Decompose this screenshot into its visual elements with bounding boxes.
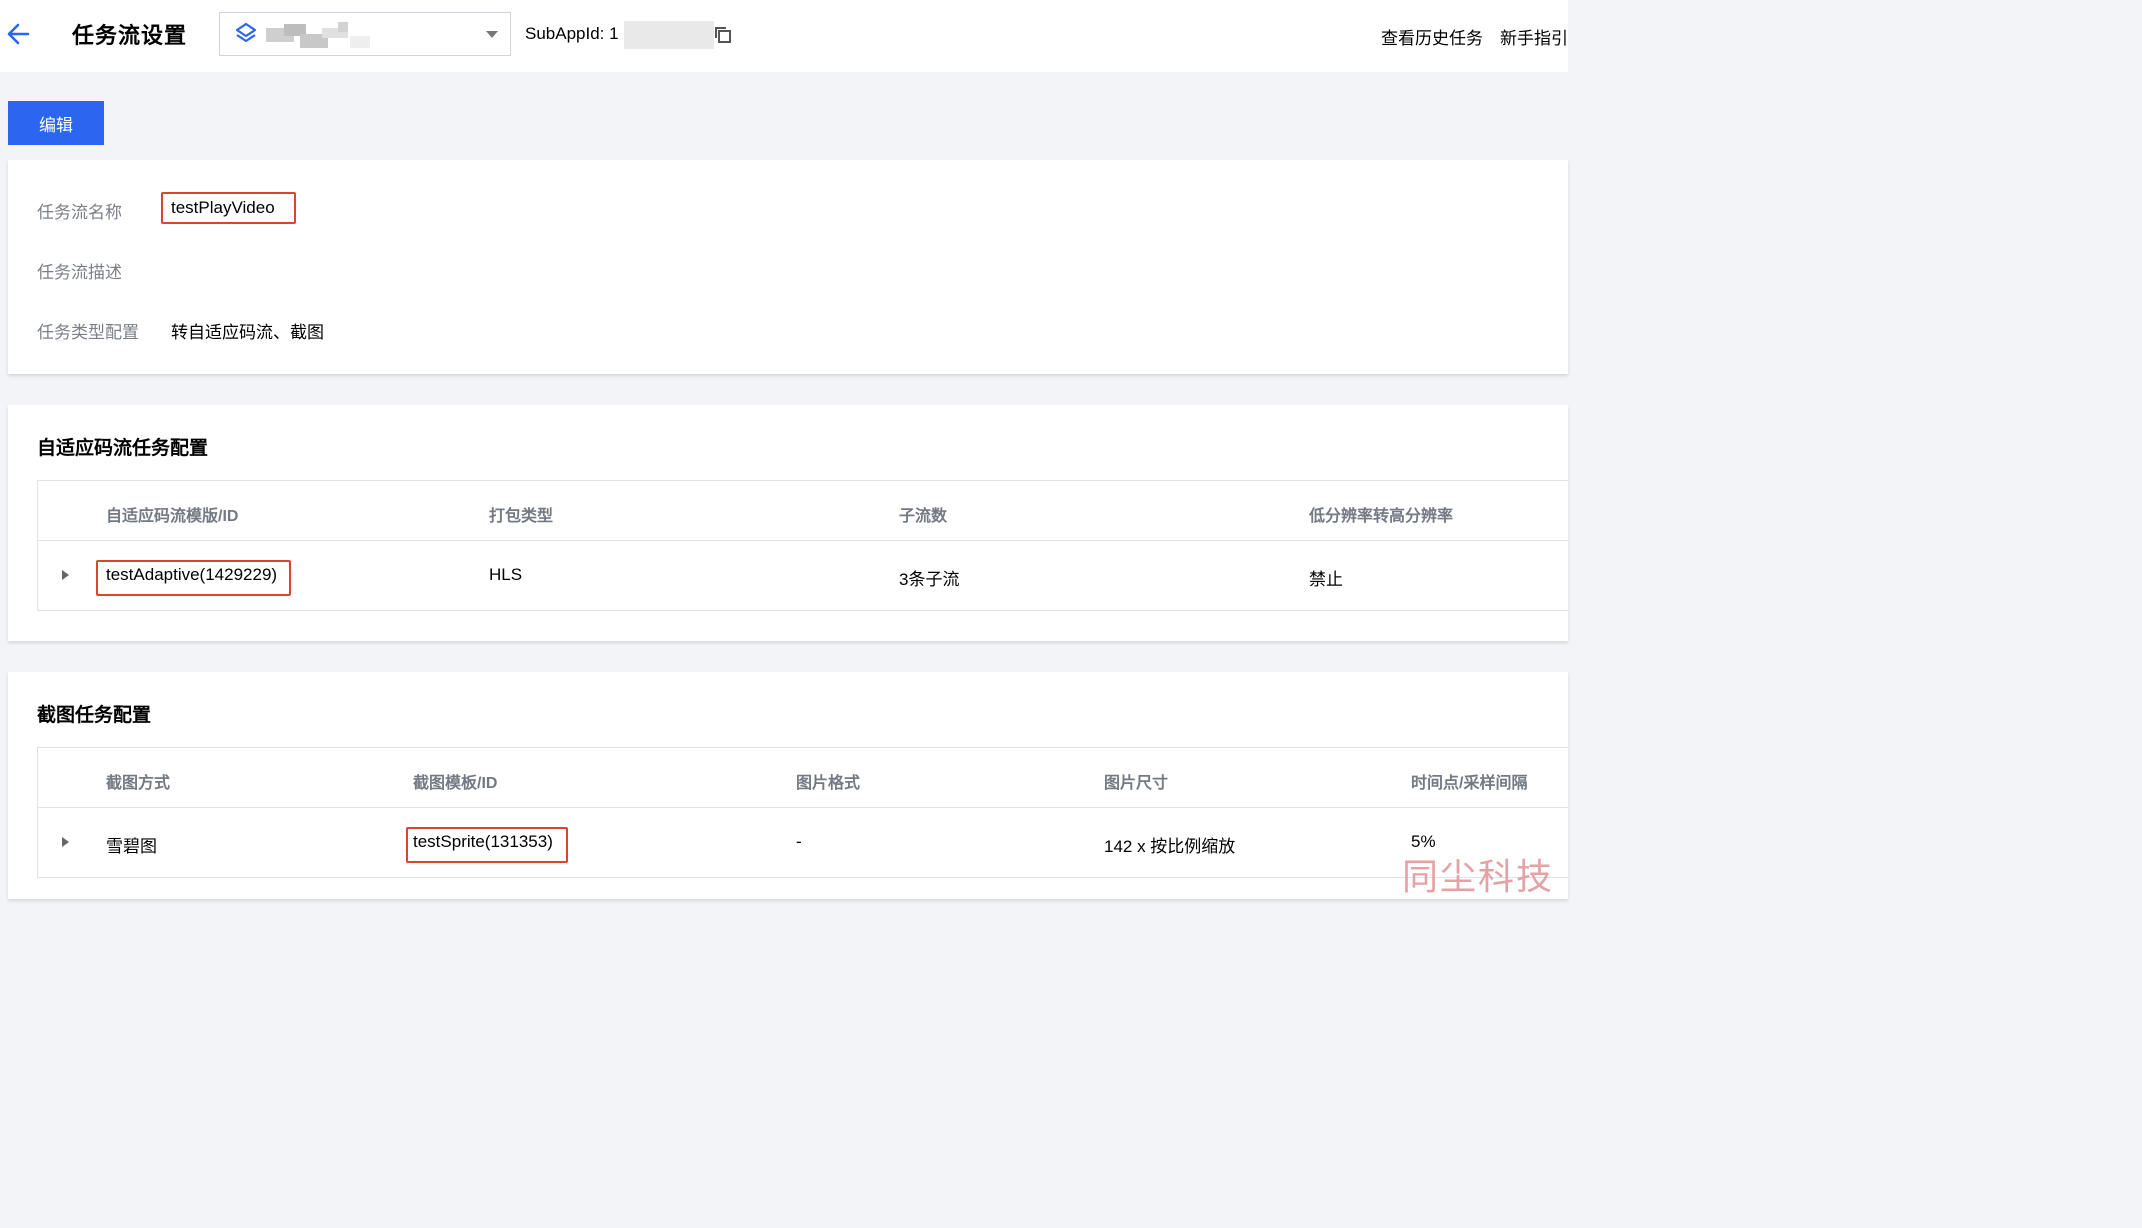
column-header: 自适应码流模版/ID [106,508,239,525]
image-format-cell: - [796,832,802,851]
template-cell: testAdaptive(1429229) [106,565,278,584]
workflow-desc-label: 任务流描述 [37,263,122,282]
adaptive-table: 自适应码流模版/ID 打包类型 子流数 低分辨率转高分辨率 testAdapti… [37,480,1568,611]
history-tasks-link[interactable]: 查看历史任务 [1381,24,1483,49]
workflow-name-label: 任务流名称 [37,203,122,222]
table-header: 截图方式 截图模板/ID 图片格式 图片尺寸 时间点/采样间隔 [38,748,1568,808]
column-header: 低分辨率转高分辨率 [1309,508,1454,525]
expand-row-icon[interactable] [62,837,69,847]
table-row: 雪碧图 testSprite(131353) - 142 x 按比例缩放 5% [38,808,1568,877]
column-header: 图片格式 [796,775,861,792]
redacted-app-name [266,20,372,50]
snapshot-card: 截图任务配置 截图方式 截图模板/ID 图片格式 图片尺寸 时间点/采样间隔 雪… [8,672,1568,899]
column-header: 时间点/采样间隔 [1411,775,1528,792]
workflow-name-value: testPlayVideo [171,198,275,217]
expand-row-icon[interactable] [62,570,69,580]
copy-icon[interactable] [714,26,732,44]
column-header: 打包类型 [489,508,554,525]
column-header: 截图方式 [106,775,171,792]
package-type-cell: HLS [489,565,523,584]
watermark: 同尘科技 [1402,857,1555,898]
column-header: 图片尺寸 [1104,775,1169,792]
snapshot-mode-cell: 雪碧图 [106,837,157,856]
snapshot-table: 截图方式 截图模板/ID 图片格式 图片尺寸 时间点/采样间隔 雪碧图 test… [37,747,1568,878]
snapshot-section-title: 截图任务配置 [37,705,152,726]
app-select-dropdown[interactable] [219,12,511,56]
beginner-guide-link[interactable]: 新手指引 [1500,24,1568,49]
page-title: 任务流设置 [72,23,188,48]
task-type-label: 任务类型配置 [37,323,139,342]
edit-button[interactable]: 编辑 [8,101,104,145]
redacted-subapp-id [624,21,714,49]
column-header: 截图模板/ID [413,775,498,792]
task-type-value: 转自适应码流、截图 [171,323,324,342]
subapp-id-label: SubAppId: 1 [525,24,619,43]
table-header: 自适应码流模版/ID 打包类型 子流数 低分辨率转高分辨率 [38,481,1568,541]
template-cell: testSprite(131353) [413,832,553,851]
table-row: testAdaptive(1429229) HLS 3条子流 禁止 [38,541,1568,610]
chevron-down-icon [486,31,498,38]
column-header: 子流数 [899,508,948,525]
adaptive-stream-card: 自适应码流任务配置 自适应码流模版/ID 打包类型 子流数 低分辨率转高分辨率 … [8,405,1568,641]
back-arrow-icon[interactable] [6,20,30,48]
image-size-cell: 142 x 按比例缩放 [1104,837,1236,856]
adaptive-section-title: 自适应码流任务配置 [37,438,209,459]
top-bar: 任务流设置 SubAppId: 1 查看历史任务 新手指引 [0,0,1568,72]
layers-icon [235,22,257,43]
substream-count-cell: 3条子流 [899,570,960,589]
basic-info-card: 任务流名称 testPlayVideo 任务流描述 任务类型配置 转自适应码流、… [8,160,1568,374]
upscale-cell: 禁止 [1309,570,1343,589]
